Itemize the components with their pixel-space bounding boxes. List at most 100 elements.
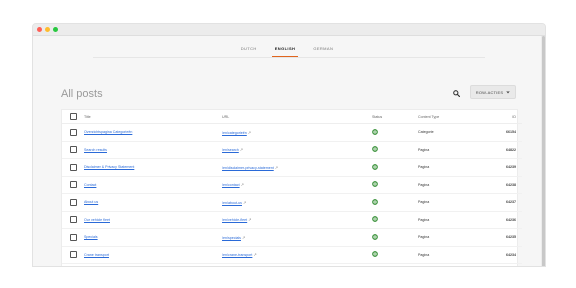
header-status[interactable]: Status [372,110,418,124]
row-title-cell: Overzichtspagina Categorieën [84,123,222,142]
row-checkbox[interactable] [70,163,77,171]
row-checkbox[interactable] [70,251,77,259]
post-url-link[interactable]: /en/vehicle-fleet [222,218,247,222]
external-link-icon[interactable]: ↗ [253,252,256,257]
row-content-type: Pagina [418,141,476,159]
globe-icon [372,233,378,240]
globe-icon [372,163,378,170]
table-row[interactable]: Overzichtspagina Categorieën /en/categor… [62,123,522,142]
row-title-cell: Crane transport [84,246,222,264]
external-link-icon[interactable]: ↗ [275,165,278,170]
row-checkbox[interactable] [70,233,77,241]
post-url-link[interactable]: /en/categorieën [222,131,247,135]
header-url[interactable]: URL [222,110,372,124]
row-id: 64236 [476,211,522,229]
tab-english[interactable]: ENGLISH [266,46,305,57]
page-content: DUTCH ENGLISH GERMAN All posts ROW-ACTIE… [33,36,545,266]
language-tabs: DUTCH ENGLISH GERMAN [33,36,541,57]
tab-dutch[interactable]: DUTCH [232,46,266,57]
row-url-cell: /en/search↗ [222,141,372,159]
header-id[interactable]: ID [476,110,522,124]
table-row[interactable]: About us /en/about-us↗ Pagina 64237 [62,193,522,212]
post-title-link[interactable]: Overzichtspagina Categorieën [84,130,132,134]
table-row[interactable]: Contact /en/contact↗ Pagina 64238 [62,176,522,194]
external-link-icon[interactable]: ↗ [248,130,251,135]
table-row[interactable]: Disclaimer & Privacy Statement /en/discl… [62,158,522,177]
post-url-link[interactable]: /en/specials [222,236,241,240]
table-header-row: Title URL Status Content Type ID [62,110,522,124]
row-title-cell: Our vehicle fleet [84,211,222,229]
search-button[interactable] [451,88,461,98]
close-window-dot[interactable] [37,27,42,32]
globe-icon [372,181,378,188]
external-link-icon[interactable]: ↗ [248,217,251,222]
post-url-link[interactable]: /en/disclaimer-privacy-statement [222,166,274,170]
post-url-link[interactable]: /en/contact [222,183,240,187]
post-title-link[interactable]: Our vehicle fleet [84,218,110,222]
globe-icon [372,251,378,258]
row-status-cell [372,246,418,264]
external-link-icon[interactable]: ↗ [240,147,243,152]
row-content-type: Pagina [418,176,476,194]
row-url-cell: /en/specials↗ [222,228,372,247]
tabs-divider [93,57,485,58]
post-title-link[interactable]: Disclaimer & Privacy Statement [84,165,134,169]
row-status-cell [372,263,418,266]
row-id: 64239 [476,158,522,177]
table-row[interactable]: Containertransport /en/containertranspor… [62,263,522,266]
header-title[interactable]: Title [84,110,222,124]
scrollbar-thumb[interactable] [542,36,545,266]
row-id: 64232 [476,263,522,266]
post-title-link[interactable]: Specials [84,235,98,239]
search-icon [452,89,460,97]
row-url-cell: /en/containertransport↗ [222,263,372,266]
row-status-cell [372,211,418,229]
external-link-icon[interactable]: ↗ [241,182,244,187]
row-content-type: Pagina [418,263,476,266]
row-status-cell [372,176,418,194]
table-row[interactable]: Specials /en/specials↗ Pagina 64235 [62,228,522,247]
post-url-link[interactable]: /en/crane-transport [222,253,252,257]
vertical-scrollbar[interactable] [541,36,545,266]
globe-icon [372,216,378,223]
post-url-link[interactable]: /en/about-us [222,201,242,205]
row-checkbox[interactable] [70,181,77,189]
row-checkbox-cell [62,228,84,247]
minimize-window-dot[interactable] [45,27,50,32]
row-checkbox-cell [62,158,84,177]
post-title-link[interactable]: Contact [84,183,96,187]
tab-german[interactable]: GERMAN [304,46,342,57]
maximize-window-dot[interactable] [53,27,58,32]
row-checkbox[interactable] [70,216,77,224]
row-checkbox[interactable] [70,146,77,154]
row-url-cell: /en/categorieën↗ [222,123,372,142]
post-title-link[interactable]: Crane transport [84,253,109,257]
row-title-cell: About us [84,193,222,212]
post-title-link[interactable]: Search results [84,148,107,152]
table-row[interactable]: Our vehicle fleet /en/vehicle-fleet↗ Pag… [62,211,522,229]
row-status-cell [372,141,418,159]
row-content-type: Pagina [418,211,476,229]
post-title-link[interactable]: About us [84,200,98,204]
select-all-checkbox[interactable] [70,113,77,120]
row-checkbox-cell [62,123,84,142]
table-row[interactable]: Search results /en/search↗ Pagina 64822 [62,141,522,159]
row-actions-button[interactable]: ROW-ACTIES [470,85,516,99]
header-content-type[interactable]: Content Type [418,110,476,124]
external-link-icon[interactable]: ↗ [242,235,245,240]
row-checkbox[interactable] [70,128,77,136]
row-checkbox-cell [62,211,84,229]
row-content-type: Pagina [418,193,476,212]
row-title-cell: Contact [84,176,222,194]
row-id: 64238 [476,176,522,194]
row-title-cell: Specials [84,228,222,247]
row-actions-label: ROW-ACTIES [475,89,504,95]
external-link-icon[interactable]: ↗ [243,200,246,205]
post-url-link[interactable]: /en/search [222,148,239,152]
table-row[interactable]: Crane transport /en/crane-transport↗ Pag… [62,246,522,264]
row-checkbox[interactable] [70,198,77,206]
row-url-cell: /en/contact↗ [222,176,372,194]
row-url-cell: /en/crane-transport↗ [222,246,372,264]
row-checkbox-cell [62,176,84,194]
window-titlebar [33,24,545,36]
